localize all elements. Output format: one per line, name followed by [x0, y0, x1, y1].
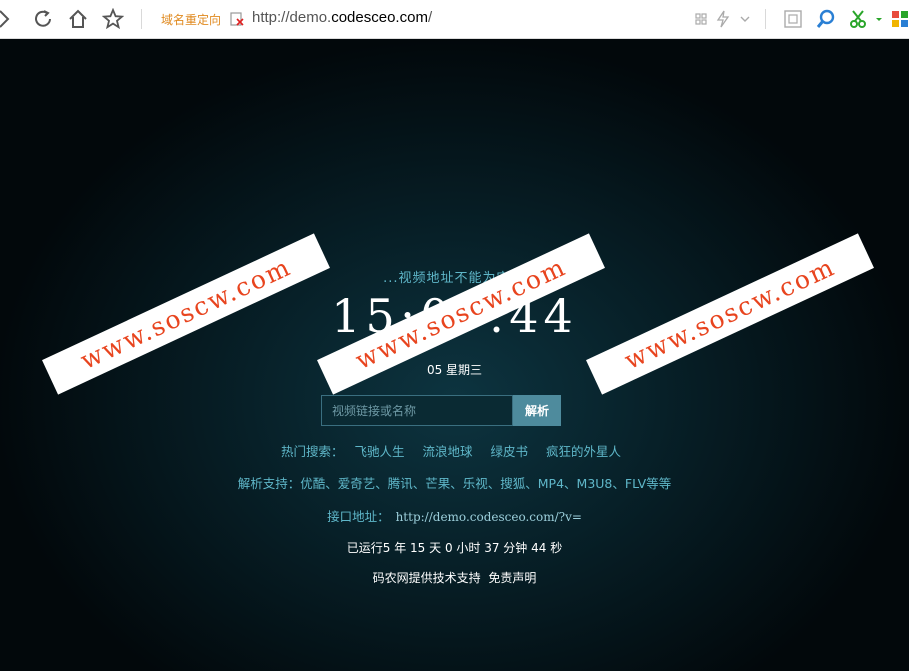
hot-search-link[interactable]: 疯狂的外星人 — [546, 444, 621, 459]
scissors-icon[interactable] — [848, 8, 870, 30]
screenshot-icon[interactable] — [782, 8, 804, 30]
footer-support-text: 码农网提供技术支持 — [372, 571, 481, 585]
hot-search-link[interactable]: 飞驰人生 — [354, 444, 404, 459]
forward-icon[interactable] — [0, 8, 16, 30]
supported-sources: 解析支持：优酷、爱奇艺、腾讯、芒果、乐视、搜狐、MP4、M3U8、FLV等等 — [237, 476, 672, 491]
url-suffix: / — [427, 9, 433, 26]
api-label: 接口地址： — [327, 509, 390, 524]
redirect-label: 域名重定向 — [161, 13, 222, 27]
qr-code-icon[interactable] — [690, 8, 712, 30]
refresh-icon[interactable] — [32, 8, 54, 30]
hot-search-label: 热门搜索： — [280, 444, 344, 459]
url-prefix: http://demo. — [252, 9, 332, 26]
date-text: 05 星期三 — [426, 363, 483, 377]
video-url-input[interactable] — [321, 395, 513, 426]
api-address-row: 接口地址： http://demo.codesceo.com/?v= — [0, 506, 909, 525]
hot-search-link[interactable]: 流浪地球 — [422, 444, 472, 459]
runtime-text: 已运行5 年 15 天 0 小时 37 分钟 44 秒 — [346, 541, 563, 555]
caret-down-icon[interactable] — [868, 8, 882, 30]
search-icon[interactable] — [815, 8, 837, 30]
insecure-site-icon[interactable] — [229, 11, 245, 27]
disclaimer-link[interactable]: 免责声明 — [488, 571, 536, 585]
footer: 码农网提供技术支持 免责声明 — [0, 569, 909, 586]
toolbar-divider — [765, 9, 766, 29]
apps-grid-icon[interactable] — [889, 8, 909, 30]
api-address: http://demo.codesceo.com/?v= — [395, 510, 582, 524]
browser-toolbar: 域名重定向 http://demo.codesceo.com/ — [0, 0, 909, 39]
chevron-down-icon[interactable] — [734, 8, 756, 30]
address-bar[interactable]: http://demo.codesceo.com/ — [252, 9, 432, 26]
hot-search: 热门搜索： 飞驰人生 流浪地球 绿皮书 疯狂的外星人 — [0, 441, 909, 460]
search-form: 解析 — [321, 395, 561, 428]
page-content: ...视频地址不能为空... 15:07:44 05 星期三 解析 热门搜索： … — [0, 39, 909, 671]
hot-search-link[interactable]: 绿皮书 — [490, 444, 528, 459]
parse-button[interactable]: 解析 — [513, 395, 561, 426]
toolbar-divider — [141, 9, 142, 29]
url-host: codesceo.com — [331, 9, 428, 26]
home-icon[interactable] — [67, 8, 89, 30]
lightning-icon[interactable] — [712, 8, 734, 30]
star-icon[interactable] — [101, 7, 125, 30]
